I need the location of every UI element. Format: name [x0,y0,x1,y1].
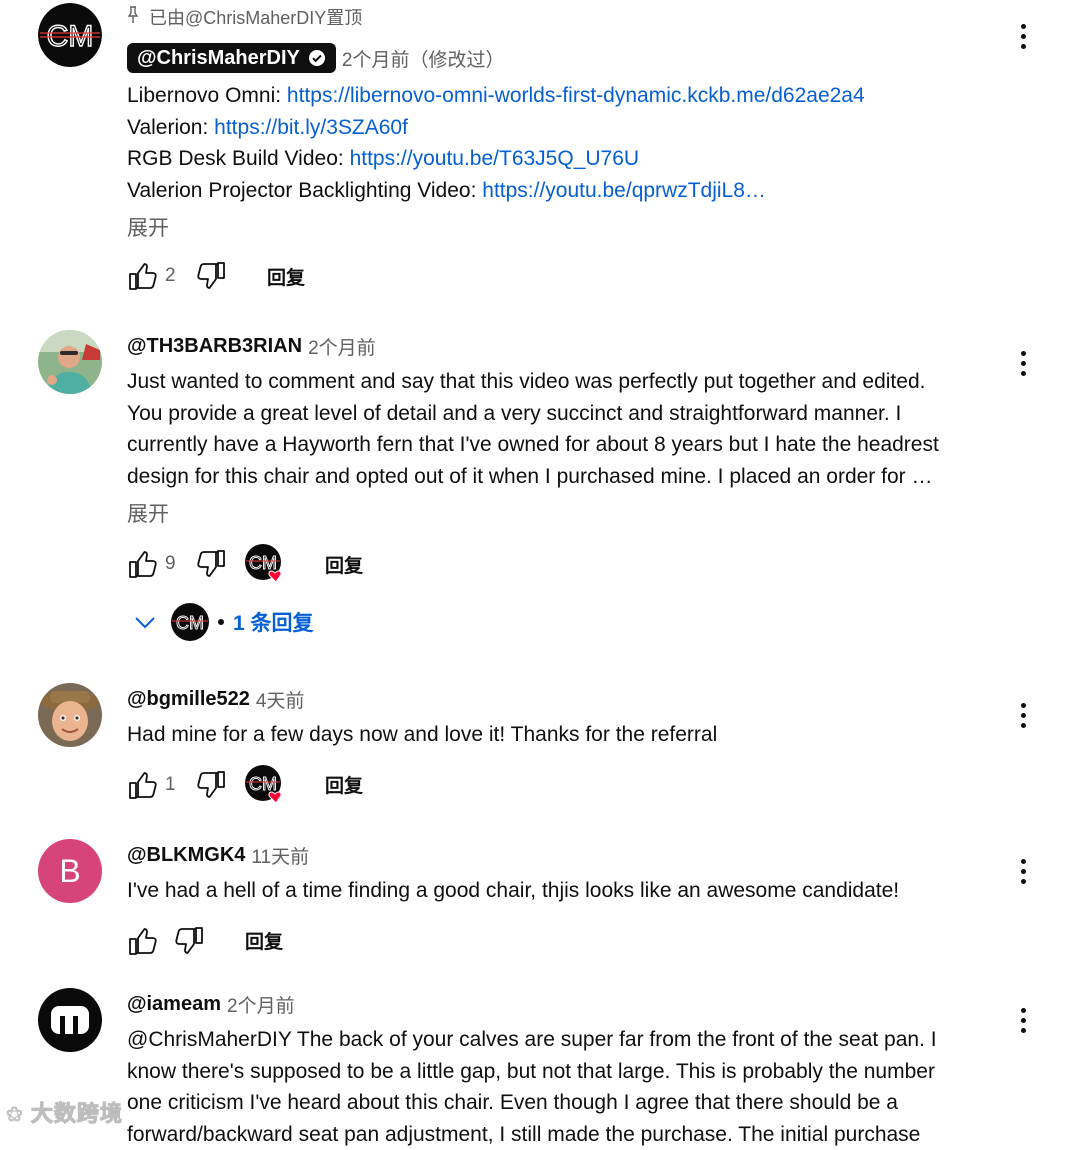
like-icon[interactable] [127,548,159,580]
dislike-icon[interactable] [173,925,205,957]
comment-time[interactable]: 4天前 [256,686,305,713]
comment-text: I've had a hell of a time finding a good… [127,875,997,907]
comment-line: I've had a hell of a time finding a good… [127,879,900,902]
avatar-letter: B [59,852,81,889]
comment-time[interactable]: 11天前 [251,842,309,869]
iameam-logo [51,1006,89,1034]
comment-link[interactable]: https://youtu.be/T63J5Q_U76U [350,147,640,170]
line-label: Valerion Projector Backlighting Video: [127,178,483,202]
like-count: 2 [165,265,176,287]
reply-button[interactable]: 回复 [325,551,363,578]
more-actions-icon[interactable] [1011,697,1035,733]
replies-count-label[interactable]: 1 条回复 [233,607,314,637]
line-label: Libernovo Omni: [127,84,287,107]
comment-handle[interactable]: @iameam [127,993,221,1016]
more-actions-icon[interactable] [1011,18,1035,54]
pinned-label: 已由@ChrisMaherDIY置顶 [149,8,363,28]
comment-time[interactable]: 2个月前 [308,333,376,360]
comment-line: Just wanted to comment and say that this… [127,370,926,393]
like-icon[interactable] [127,260,159,292]
comment-handle[interactable]: @bgmille522 [127,688,250,711]
avatar[interactable] [38,988,102,1052]
pinned-indicator: 已由@ChrisMaherDIY置顶 [127,4,997,30]
comment-text: Had mine for a few days now and love it!… [127,719,997,751]
reply-button[interactable]: 回复 [267,263,305,290]
comment-line: forward/backward seat pan adjustment, I … [127,1122,921,1146]
expand-button[interactable]: 展开 [127,498,997,528]
comment-link[interactable]: https://youtu.be/qprwzTdjiL8… [482,179,766,202]
creator-avatar-text: CM [249,553,277,573]
reply-avatar-text: CM [176,613,204,633]
comment-handle[interactable]: @TH3BARB3RIAN [127,335,302,358]
line-label: Valerion: [127,115,215,139]
watermark-logo-icon: ❀ [6,1104,24,1127]
like-count: 1 [165,773,176,795]
comment-line: know there's supposed to be a little gap… [127,1059,935,1083]
comment-handle[interactable]: @BLKMGK4 [127,844,245,867]
dislike-icon[interactable] [195,769,227,801]
more-actions-icon[interactable] [1011,1002,1035,1038]
watermark: ❀ 大数跨境 [6,1096,123,1128]
comment-time[interactable]: 2个月前 [227,991,295,1018]
reply-author-avatar: CM [171,603,209,642]
reply-button[interactable]: 回复 [245,927,283,954]
comment-text: Libernovo Omni: https://libernovo-omni-w… [127,80,997,206]
comment-line: design for this chair and opted out of i… [127,464,933,488]
avatar[interactable] [38,683,102,747]
dot-separator [218,619,224,626]
channel-owner-chip[interactable]: @ChrisMaherDIY [127,43,336,73]
creator-heart-badge: CM [245,764,285,805]
watermark-text: 大数跨境 [30,1101,123,1127]
avatar[interactable]: CM [38,3,102,67]
more-actions-icon[interactable] [1011,853,1035,889]
chevron-down-icon [133,610,157,634]
creator-avatar-text: CM [249,774,277,794]
comment-handle: @ChrisMaherDIY [137,46,300,69]
comment-link[interactable]: https://libernovo-omni-worlds-first-dyna… [287,84,865,107]
comment-line: @ChrisMaherDIY The back of your calves a… [127,1028,937,1051]
comment-text: @ChrisMaherDIY The back of your calves a… [127,1024,997,1150]
view-replies-toggle[interactable]: CM 1 条回复 [133,602,997,642]
like-icon[interactable] [127,925,159,957]
comment-link[interactable]: https://bit.ly/3SZA60f [214,116,408,139]
comment-line: You provide a great level of detail and … [127,401,902,425]
more-actions-icon[interactable] [1011,345,1035,381]
like-icon[interactable] [127,769,159,801]
reply-button[interactable]: 回复 [325,771,363,798]
expand-button[interactable]: 展开 [127,212,997,242]
pin-icon [127,5,141,29]
comment-text: Just wanted to comment and say that this… [127,366,997,492]
creator-heart-badge: CM [245,544,285,584]
dislike-icon[interactable] [195,260,227,292]
comment-time[interactable]: 2个月前（修改过） [342,45,505,72]
line-label: RGB Desk Build Video: [127,147,350,171]
comment-line: currently have a Hayworth fern that I've… [127,433,939,457]
dislike-icon[interactable] [195,548,227,580]
like-count: 9 [165,553,176,575]
avatar[interactable]: B [38,839,102,903]
comment-line: one criticism I've heard about this chai… [127,1091,898,1115]
comment-line: Had mine for a few days now and love it!… [127,723,718,746]
avatar[interactable] [38,330,102,394]
verified-icon [308,49,326,67]
